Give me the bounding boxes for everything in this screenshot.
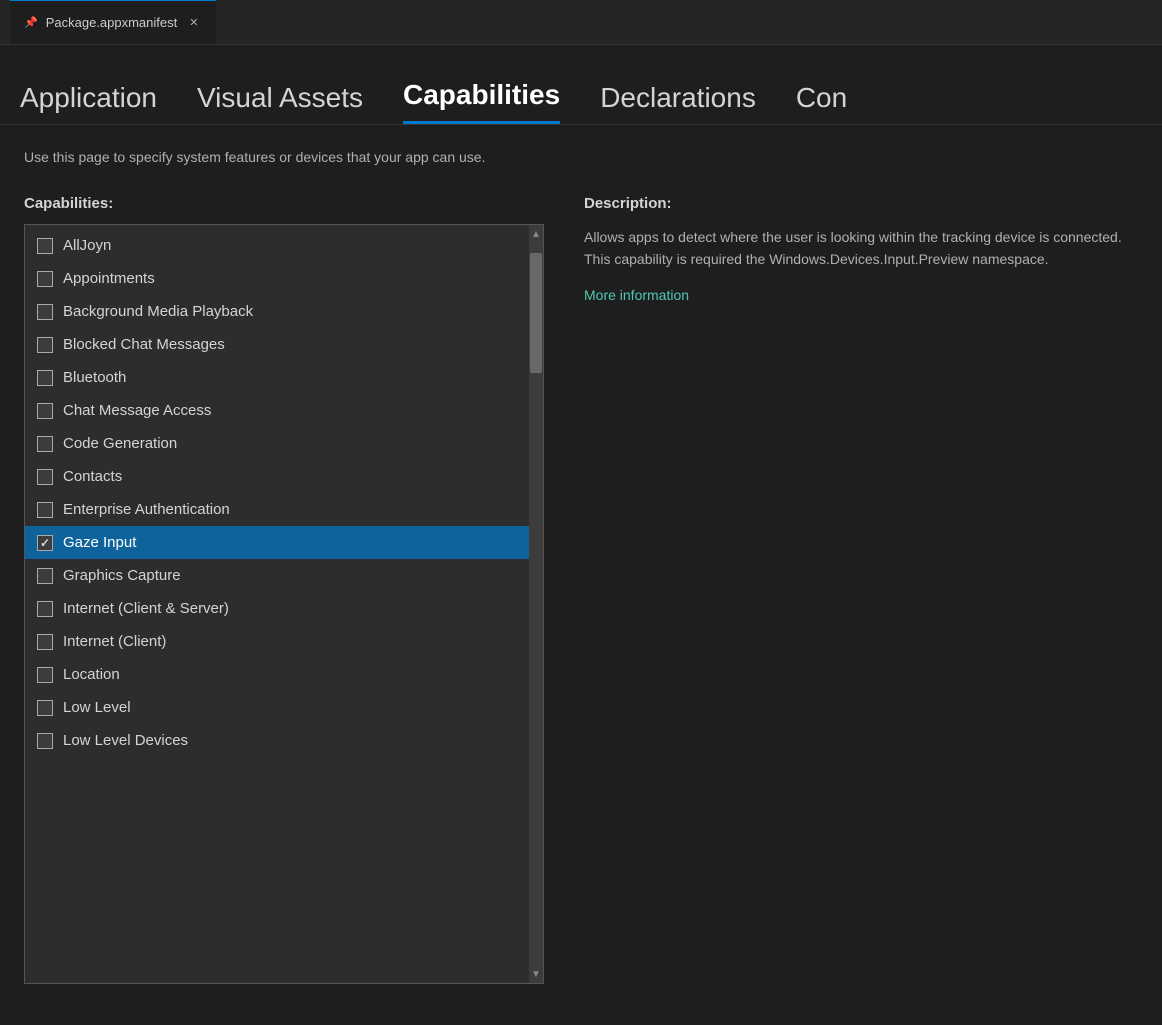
capability-low-level[interactable]: Low Level xyxy=(25,691,529,724)
tab-visual-assets[interactable]: Visual Assets xyxy=(197,82,363,124)
scrollbar-down-arrow[interactable]: ▼ xyxy=(529,965,543,983)
capability-location[interactable]: Location xyxy=(25,658,529,691)
capability-bluetooth-label: Bluetooth xyxy=(63,369,126,386)
capability-location-label: Location xyxy=(63,666,120,683)
checkbox-low-level[interactable] xyxy=(37,700,53,716)
capability-graphics-capture[interactable]: Graphics Capture xyxy=(25,559,529,592)
capability-chat-message-access-label: Chat Message Access xyxy=(63,402,211,419)
capability-chat-message-access[interactable]: Chat Message Access xyxy=(25,394,529,427)
checkbox-chat-message-access[interactable] xyxy=(37,403,53,419)
scrollbar-thumb-area[interactable] xyxy=(529,243,543,965)
nav-tabs: Application Visual Assets Capabilities D… xyxy=(0,45,1162,125)
checkbox-background-media-playback[interactable] xyxy=(37,304,53,320)
capability-internet-client-label: Internet (Client) xyxy=(63,633,166,650)
capability-code-generation-label: Code Generation xyxy=(63,435,177,452)
capability-low-level-label: Low Level xyxy=(63,699,131,716)
checkbox-internet-client-server[interactable] xyxy=(37,601,53,617)
tab-application[interactable]: Application xyxy=(20,82,157,124)
capability-graphics-capture-label: Graphics Capture xyxy=(63,567,181,584)
scrollbar-up-arrow[interactable]: ▲ xyxy=(529,225,543,243)
capability-appointments[interactable]: Appointments xyxy=(25,262,529,295)
description-section: Description: Allows apps to detect where… xyxy=(584,195,1138,1015)
capabilities-label: Capabilities: xyxy=(24,195,544,212)
checkbox-location[interactable] xyxy=(37,667,53,683)
capability-enterprise-authentication-label: Enterprise Authentication xyxy=(63,501,230,518)
capability-internet-client-server-label: Internet (Client & Server) xyxy=(63,600,229,617)
checkbox-graphics-capture[interactable] xyxy=(37,568,53,584)
capability-low-level-devices-label: Low Level Devices xyxy=(63,732,188,749)
checkbox-gaze-input[interactable]: ✓ xyxy=(37,535,53,551)
checkbox-appointments[interactable] xyxy=(37,271,53,287)
checkbox-code-generation[interactable] xyxy=(37,436,53,452)
page-description: Use this page to specify system features… xyxy=(24,149,1138,165)
capabilities-list: AllJoyn Appointments Background Media Pl… xyxy=(25,225,529,983)
checkbox-internet-client[interactable] xyxy=(37,634,53,650)
checkbox-contacts[interactable] xyxy=(37,469,53,485)
capability-gaze-input-label: Gaze Input xyxy=(63,534,136,551)
checkbox-low-level-devices[interactable] xyxy=(37,733,53,749)
tab-con[interactable]: Con xyxy=(796,82,847,124)
pin-icon: 📌 xyxy=(24,16,38,29)
checkbox-blocked-chat-messages[interactable] xyxy=(37,337,53,353)
close-tab-button[interactable]: ✕ xyxy=(185,14,202,31)
content-columns: Capabilities: AllJoyn Appointments Backg… xyxy=(24,195,1138,1015)
more-info-link[interactable]: More information xyxy=(584,287,689,303)
capability-internet-client-server[interactable]: Internet (Client & Server) xyxy=(25,592,529,625)
capability-enterprise-authentication[interactable]: Enterprise Authentication xyxy=(25,493,529,526)
capabilities-list-container: AllJoyn Appointments Background Media Pl… xyxy=(24,224,544,984)
capability-low-level-devices[interactable]: Low Level Devices xyxy=(25,724,529,757)
checkbox-bluetooth[interactable] xyxy=(37,370,53,386)
capability-alljoyn-label: AllJoyn xyxy=(63,237,111,254)
capability-background-media-playback-label: Background Media Playback xyxy=(63,303,253,320)
scrollbar-track[interactable]: ▲ ▼ xyxy=(529,225,543,983)
title-bar: 📌 Package.appxmanifest ✕ xyxy=(0,0,1162,45)
capability-appointments-label: Appointments xyxy=(63,270,155,287)
tab-declarations[interactable]: Declarations xyxy=(600,82,756,124)
capability-code-generation[interactable]: Code Generation xyxy=(25,427,529,460)
scrollbar-thumb[interactable] xyxy=(530,253,542,373)
main-content: Use this page to specify system features… xyxy=(0,125,1162,1015)
capability-gaze-input[interactable]: ✓ Gaze Input xyxy=(25,526,529,559)
checkbox-enterprise-authentication[interactable] xyxy=(37,502,53,518)
capabilities-section: Capabilities: AllJoyn Appointments Backg… xyxy=(24,195,544,1015)
checkbox-alljoyn[interactable] xyxy=(37,238,53,254)
capability-blocked-chat-messages-label: Blocked Chat Messages xyxy=(63,336,225,353)
capability-blocked-chat-messages[interactable]: Blocked Chat Messages xyxy=(25,328,529,361)
file-tab-label: Package.appxmanifest xyxy=(46,15,178,30)
capability-alljoyn[interactable]: AllJoyn xyxy=(25,229,529,262)
file-tab[interactable]: 📌 Package.appxmanifest ✕ xyxy=(10,0,216,44)
description-text: Allows apps to detect where the user is … xyxy=(584,226,1138,271)
description-label: Description: xyxy=(584,195,1138,212)
capability-bluetooth[interactable]: Bluetooth xyxy=(25,361,529,394)
tab-capabilities[interactable]: Capabilities xyxy=(403,79,560,124)
capability-contacts-label: Contacts xyxy=(63,468,122,485)
capability-contacts[interactable]: Contacts xyxy=(25,460,529,493)
capability-background-media-playback[interactable]: Background Media Playback xyxy=(25,295,529,328)
capability-internet-client[interactable]: Internet (Client) xyxy=(25,625,529,658)
